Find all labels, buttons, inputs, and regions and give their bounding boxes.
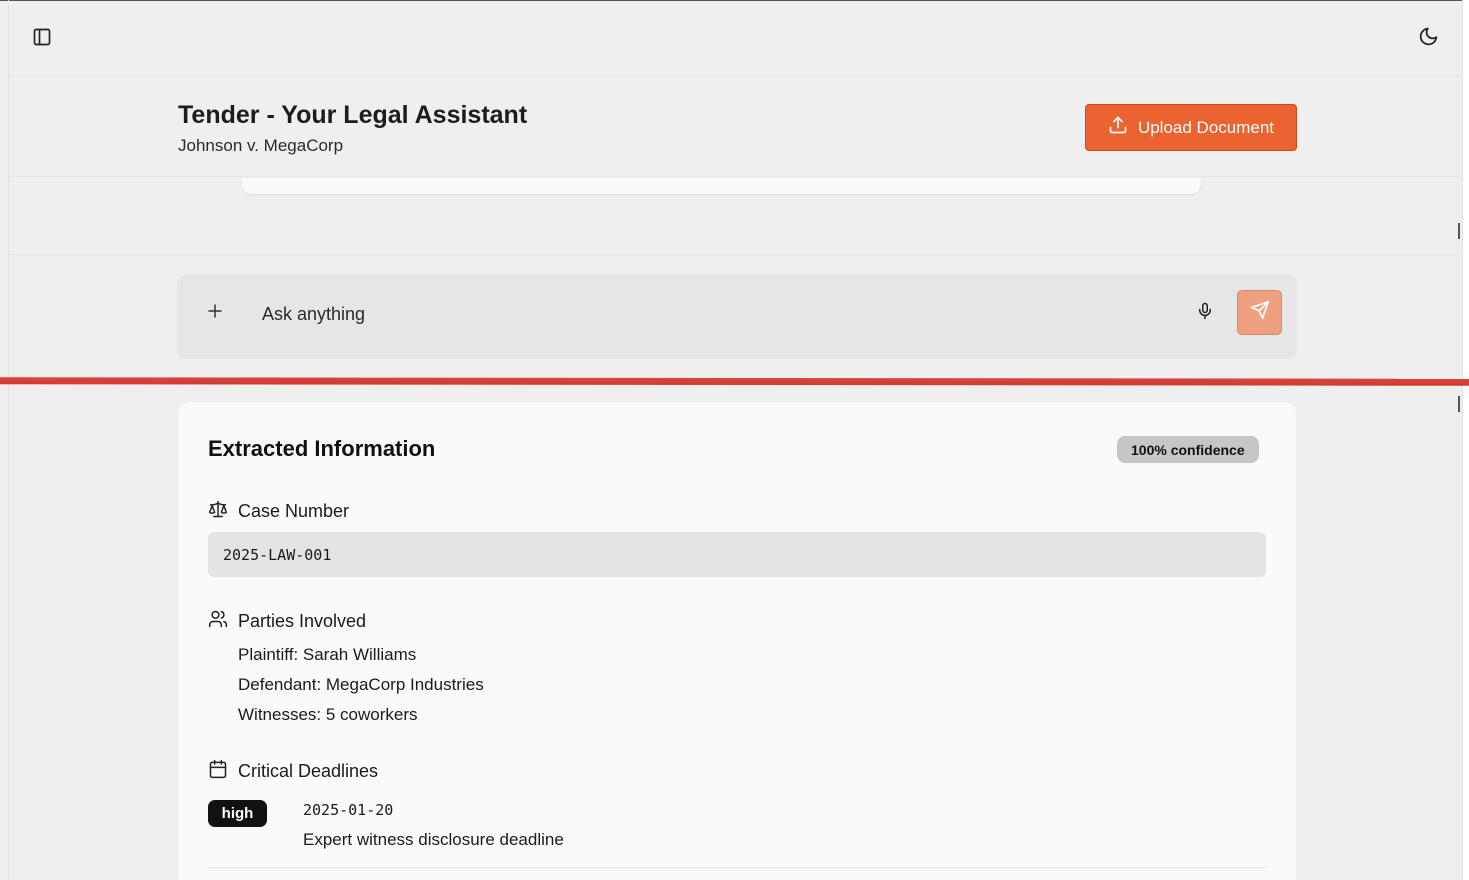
plus-icon xyxy=(206,302,224,325)
scrollbar-thumb[interactable] xyxy=(1458,223,1460,239)
card-title: Extracted Information xyxy=(208,436,436,461)
scrollbar-thumb-lower[interactable] xyxy=(1458,396,1460,412)
deadline-row-divider xyxy=(208,867,1266,868)
upload-icon xyxy=(1108,115,1128,140)
calendar-icon xyxy=(208,759,228,784)
send-button[interactable] xyxy=(1237,290,1282,335)
deadlines-heading: Critical Deadlines xyxy=(208,759,378,784)
upload-document-button[interactable]: Upload Document xyxy=(1085,104,1297,151)
top-bar xyxy=(9,1,1462,76)
moon-icon xyxy=(1418,26,1439,52)
upload-button-label: Upload Document xyxy=(1137,117,1275,137)
sidebar-toggle-button[interactable] xyxy=(26,23,58,55)
party-plaintiff: Plaintiff: Sarah Williams xyxy=(238,645,417,664)
extracted-information-card: Extracted Information 100% confidence Ca… xyxy=(178,402,1296,880)
chat-input[interactable] xyxy=(262,299,1162,329)
priority-badge: high xyxy=(208,800,267,827)
deadline-description: Expert witness disclosure deadline xyxy=(303,830,564,849)
case-number-heading: Case Number xyxy=(208,499,349,524)
party-defendant: Defendant: MegaCorp Industries xyxy=(238,675,484,694)
page-title: Tender - Your Legal Assistant xyxy=(178,101,528,129)
scrollbar-track[interactable] xyxy=(1463,0,1469,880)
microphone-button[interactable] xyxy=(1193,301,1217,325)
chat-area-divider xyxy=(9,254,1462,255)
users-icon xyxy=(208,609,228,634)
annotation-line xyxy=(0,377,1469,386)
case-number-label: Case Number xyxy=(238,501,350,521)
party-witnesses: Witnesses: 5 coworkers xyxy=(238,705,418,724)
add-attachment-button[interactable] xyxy=(203,301,227,325)
theme-toggle-button[interactable] xyxy=(1412,23,1444,55)
page-header: Tender - Your Legal Assistant Johnson v.… xyxy=(9,77,1462,177)
case-subtitle: Johnson v. MegaCorp xyxy=(178,136,344,155)
parties-heading: Parties Involved xyxy=(208,609,366,634)
deadline-date: 2025-01-20 xyxy=(303,801,394,819)
case-number-value: 2025-LAW-001 xyxy=(208,532,1266,577)
microphone-icon xyxy=(1196,301,1214,326)
confidence-badge: 100% confidence xyxy=(1117,436,1259,463)
message-card-bottom xyxy=(242,178,1201,194)
scale-icon xyxy=(208,499,228,524)
deadlines-label: Critical Deadlines xyxy=(238,761,379,781)
send-icon xyxy=(1250,300,1270,325)
parties-label: Parties Involved xyxy=(238,611,367,631)
chat-composer xyxy=(177,275,1297,359)
sidebar-toggle-icon xyxy=(32,27,52,52)
